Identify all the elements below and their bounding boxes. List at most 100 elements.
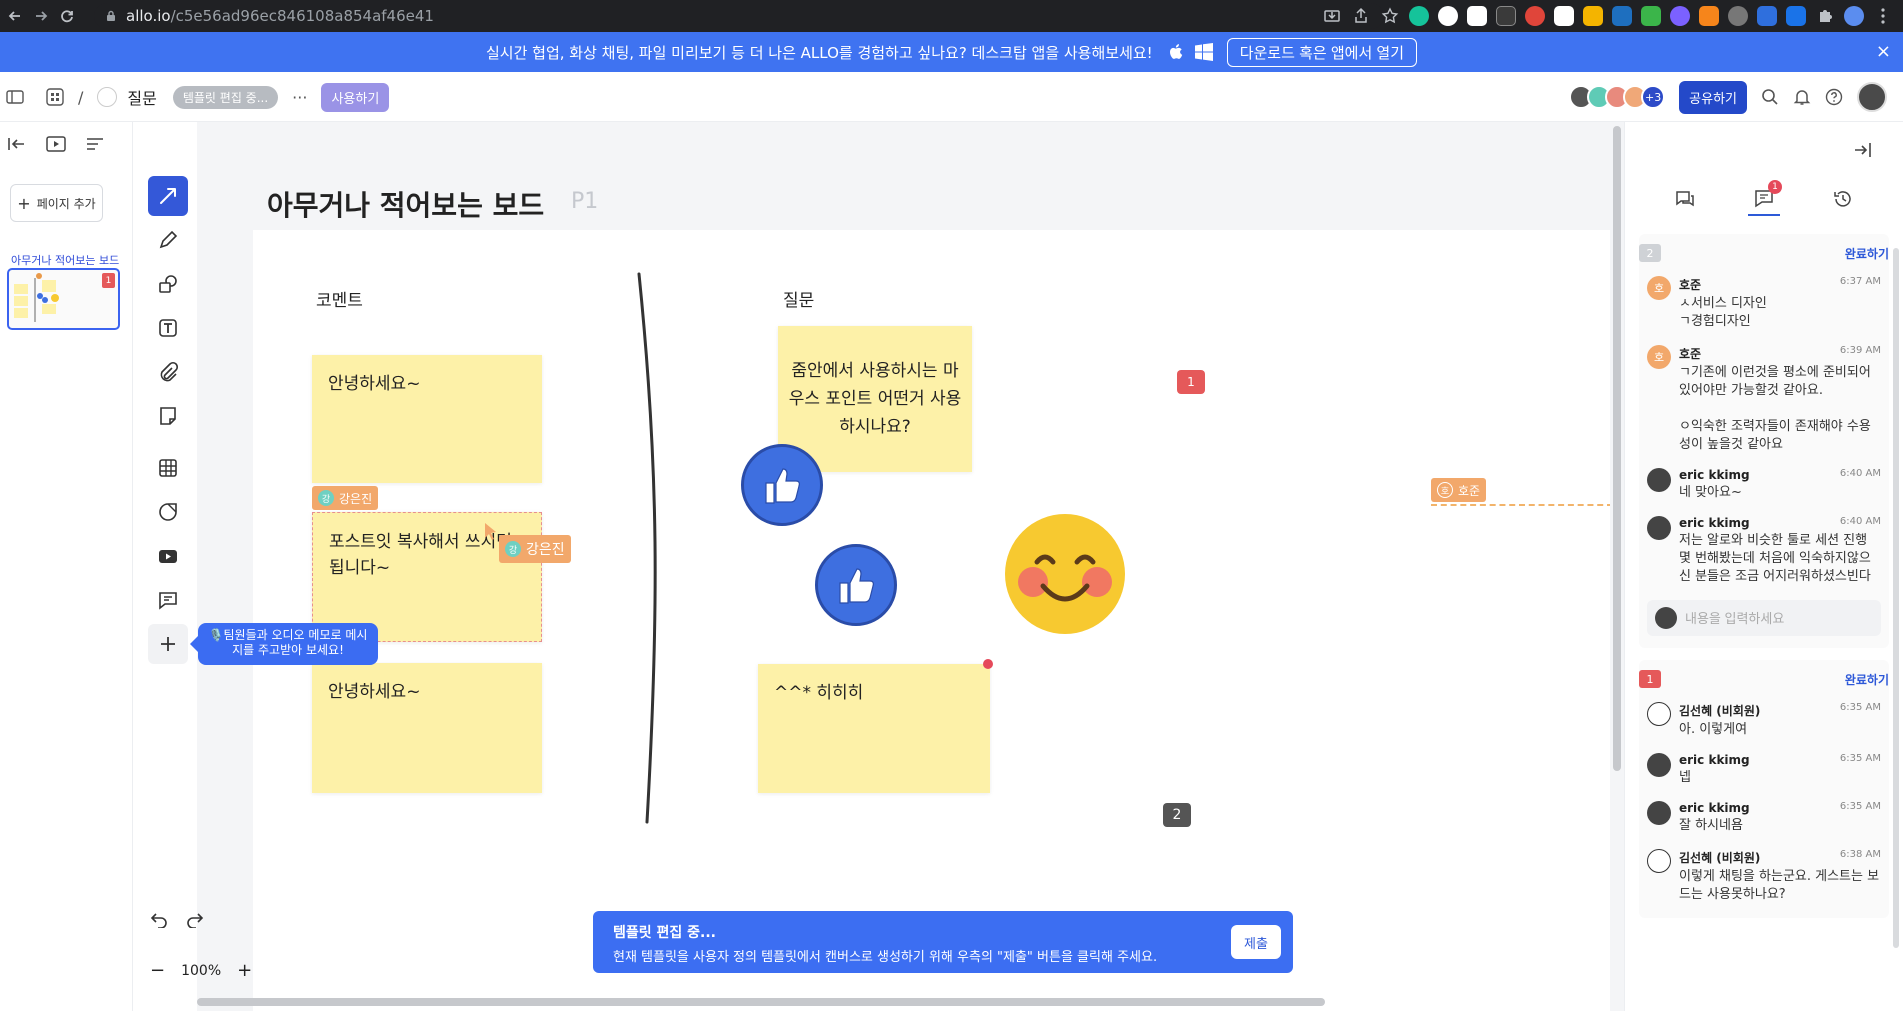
presentation-icon[interactable] — [46, 136, 66, 152]
add-page-button[interactable]: + 페이지 추가 — [10, 184, 103, 222]
section-label-question: 질문 — [783, 291, 815, 311]
chrome-menu-icon[interactable] — [1873, 6, 1893, 26]
sticker-tool[interactable] — [148, 492, 188, 532]
comment-time: 6:37 AM — [1839, 276, 1881, 287]
zoom-in-button[interactable]: + — [237, 960, 252, 981]
sticky-note[interactable]: 안녕하세요~ — [312, 663, 542, 793]
outline-icon[interactable] — [86, 136, 104, 152]
forward-icon[interactable] — [28, 3, 54, 29]
apps-grid-icon[interactable] — [46, 88, 64, 106]
tab-comments[interactable]: 1 — [1747, 180, 1782, 216]
use-template-button[interactable]: 사용하기 — [321, 82, 390, 112]
page-thumbnail[interactable]: 1 — [7, 268, 120, 330]
extension-fox-icon[interactable] — [1699, 6, 1719, 26]
search-icon[interactable] — [1761, 88, 1779, 106]
page-title[interactable]: 질문 — [127, 85, 156, 109]
comment-thread-badge[interactable]: 2 — [1163, 803, 1191, 827]
install-icon[interactable] — [1322, 6, 1342, 26]
redo-icon[interactable] — [186, 912, 204, 928]
back-icon[interactable] — [2, 3, 28, 29]
my-avatar[interactable] — [1857, 82, 1887, 112]
avatar — [1655, 607, 1677, 629]
comment-author: 호준 — [1679, 347, 1702, 361]
extension-pen-icon[interactable] — [1757, 6, 1777, 26]
submit-button[interactable]: 제출 — [1231, 925, 1281, 959]
comment-time: 6:35 AM — [1839, 801, 1881, 812]
collapse-panel-icon[interactable] — [8, 136, 26, 152]
resolve-button[interactable]: 완료하기 — [1845, 245, 1889, 262]
undo-icon[interactable] — [150, 912, 168, 928]
avatar: 호 — [1647, 345, 1671, 369]
sticky-note-tool[interactable] — [148, 396, 188, 436]
grammarly-icon[interactable] — [1409, 6, 1429, 26]
reload-icon[interactable] — [54, 3, 80, 29]
pen-tool[interactable] — [148, 220, 188, 260]
notion-icon[interactable] — [1467, 6, 1487, 26]
table-tool[interactable] — [148, 448, 188, 488]
browser-toolbar: allo.io/c5e56ad96ec846108a854af46e41 — [0, 0, 1903, 32]
horizontal-scrollbar[interactable] — [197, 995, 1610, 1009]
board-frame[interactable]: 코멘트 질문 안녕하세요~ 포스트잇 복사해서 쓰시면 됩니다~ 안녕하세요~ … — [253, 230, 1610, 1011]
sticky-note[interactable]: 줌안에서 사용하시는 마우스 포인트 어떤거 사용하시나요? — [778, 326, 972, 472]
attachment-tool[interactable] — [148, 352, 188, 392]
extension-red-icon[interactable] — [1525, 6, 1545, 26]
thumbs-up-sticker[interactable] — [741, 444, 823, 526]
bell-icon[interactable] — [1793, 88, 1811, 106]
download-app-button[interactable]: 다운로드 혹은 앱에서 열기 — [1226, 37, 1418, 67]
comment-tool[interactable] — [148, 580, 188, 620]
extension-rainbow-icon[interactable] — [1583, 6, 1603, 26]
text-tool[interactable] — [148, 308, 188, 348]
close-panel-icon[interactable] — [1853, 142, 1871, 158]
extension-shield-icon[interactable] — [1786, 6, 1806, 26]
tab-history[interactable] — [1827, 182, 1859, 216]
zoom-out-button[interactable]: − — [150, 960, 165, 981]
comment-text: 넵 — [1679, 770, 1691, 785]
thread-header: 1 완료하기 — [1639, 660, 1889, 698]
comment-text: 네 맞아요~ — [1679, 485, 1742, 500]
extension-tv-icon[interactable] — [1612, 6, 1632, 26]
video-tool[interactable] — [148, 536, 188, 576]
app-header: / 질문 템플릿 편집 중... ··· 사용하기 +3 공유하기 — [0, 72, 1903, 122]
extensions-puzzle-icon[interactable] — [1815, 6, 1835, 26]
extension-bar — [1322, 5, 1893, 27]
more-options-icon[interactable]: ··· — [292, 88, 307, 107]
tab-chat[interactable] — [1669, 182, 1701, 216]
profile-icon[interactable] — [1844, 6, 1864, 26]
comment-marker[interactable] — [983, 659, 993, 669]
comment-threads[interactable]: 2 완료하기 호 호준 6:37 AM ㅅ서비스 디자인 ㄱ경험디자인 호 호준 6… — [1639, 234, 1889, 1011]
zoom-level[interactable]: 100% — [181, 963, 221, 979]
smiley-sticker[interactable] — [1003, 512, 1127, 636]
help-icon[interactable] — [1825, 88, 1843, 106]
resolve-button[interactable]: 완료하기 — [1845, 671, 1889, 688]
sidebar-toggle-icon[interactable] — [6, 89, 24, 105]
comment-time: 6:39 AM — [1839, 345, 1881, 356]
more-tools-button[interactable] — [148, 624, 188, 664]
select-tool[interactable] — [148, 176, 188, 216]
bookmark-star-icon[interactable] — [1380, 6, 1400, 26]
share-button[interactable]: 공유하기 — [1679, 80, 1747, 114]
extension-purple-icon[interactable] — [1670, 6, 1690, 26]
address-bar[interactable]: allo.io/c5e56ad96ec846108a854af46e41 — [94, 3, 1384, 29]
scrollbar-thumb[interactable] — [1613, 126, 1621, 771]
extension-g-icon[interactable] — [1438, 6, 1458, 26]
canvas[interactable]: 아무거나 적어보는 보드 P1 코멘트 질문 안녕하세요~ 포스트잇 복사해서 … — [197, 122, 1610, 1011]
comment-message: 호 호준 6:37 AM ㅅ서비스 디자인 ㄱ경험디자인 — [1639, 272, 1889, 341]
sticky-note[interactable]: 안녕하세요~ — [312, 355, 542, 483]
thumbs-up-sticker[interactable] — [815, 544, 897, 626]
scrollbar-thumb[interactable] — [197, 998, 1325, 1006]
comment-thread-badge[interactable]: 1 — [1177, 370, 1205, 394]
dropbox-icon[interactable] — [1496, 6, 1516, 26]
extension-box-icon[interactable] — [1554, 6, 1574, 26]
share-page-icon[interactable] — [1351, 6, 1371, 26]
vertical-scrollbar[interactable] — [1610, 122, 1624, 1011]
comment-input[interactable] — [1685, 610, 1865, 626]
extension-green-icon[interactable] — [1641, 6, 1661, 26]
template-bar-title: 템플릿 편집 중... — [613, 925, 716, 941]
extension-gray-icon[interactable] — [1728, 6, 1748, 26]
sticky-note[interactable]: ^^* 히히히 — [758, 664, 990, 793]
comments-scrollbar[interactable] — [1893, 248, 1899, 948]
banner-close-icon[interactable]: × — [1876, 41, 1891, 62]
template-editing-pill: 템플릿 편집 중... — [172, 85, 279, 109]
collaborator-avatars[interactable]: +3 — [1569, 85, 1666, 109]
shape-tool[interactable] — [148, 264, 188, 304]
